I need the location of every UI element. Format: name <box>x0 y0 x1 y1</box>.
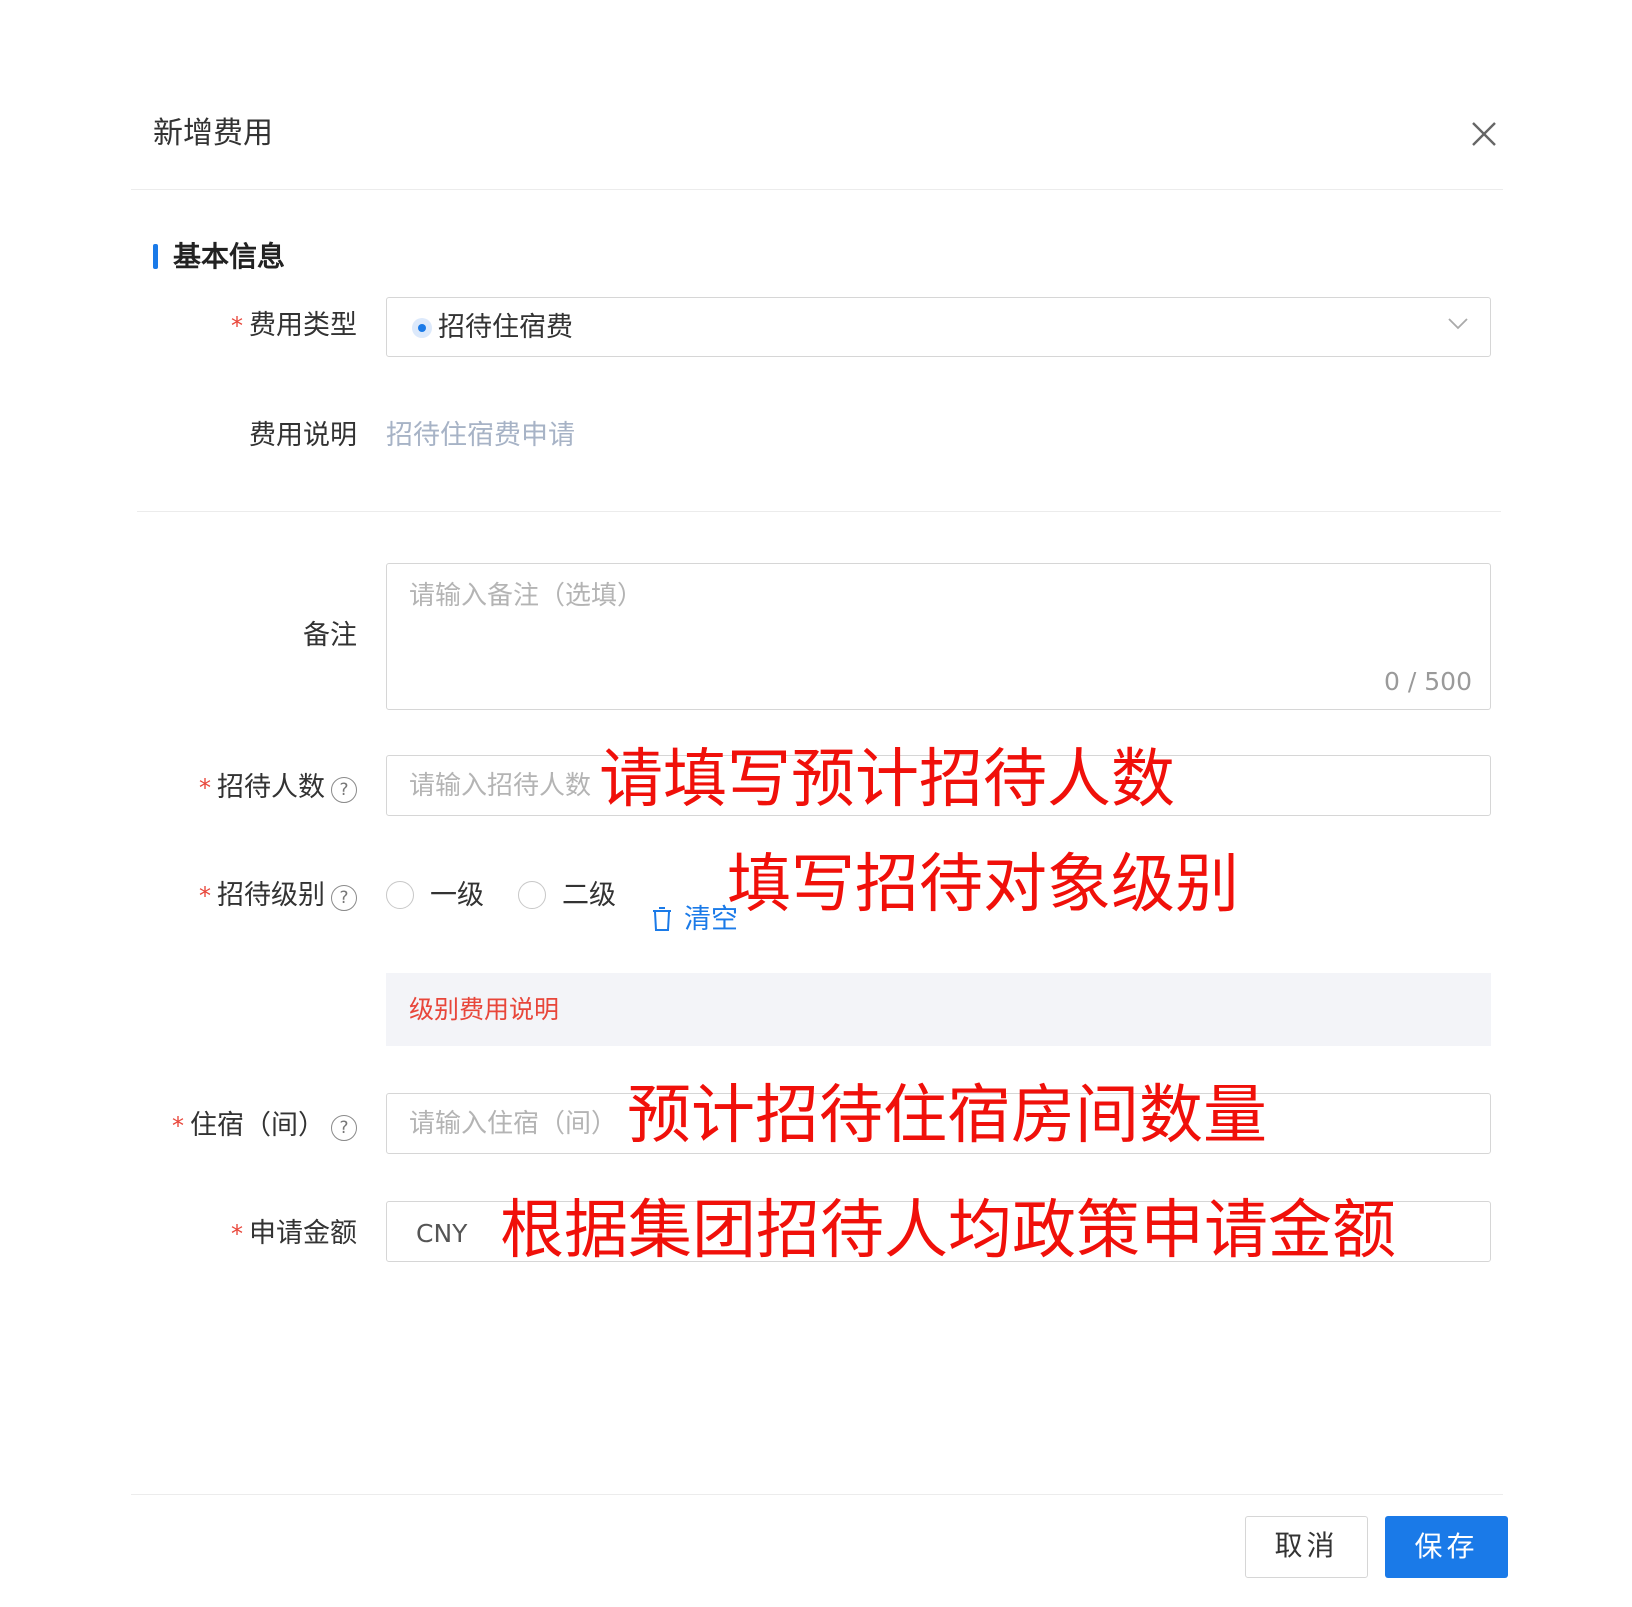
remark-char-counter: 0 / 500 <box>1384 667 1472 696</box>
cancel-button[interactable]: 取消 <box>1245 1516 1368 1578</box>
radio-level-2[interactable] <box>518 881 546 909</box>
close-icon[interactable] <box>1467 117 1501 151</box>
chevron-down-icon[interactable] <box>1447 312 1469 334</box>
help-icon[interactable]: ? <box>331 777 357 803</box>
header-divider <box>131 189 1503 190</box>
rooms-label: * 住宿（间）? <box>172 1106 357 1146</box>
expense-type-value: 招待住宿费 <box>438 312 573 343</box>
required-mark: * <box>231 1220 243 1248</box>
expense-desc-label: 费用说明 <box>249 420 357 451</box>
required-mark: * <box>199 774 211 802</box>
rooms-placeholder: 请输入住宿（间） <box>409 1109 618 1139</box>
dialog-title: 新增费用 <box>153 116 273 151</box>
guest-level-label: * 招待级别? <box>199 876 357 916</box>
amount-label: * 申请金额 <box>231 1218 357 1249</box>
required-mark: * <box>172 1112 184 1140</box>
level-fee-description[interactable]: 级别费用说明 <box>409 992 559 1028</box>
currency-prefix: CNY <box>416 1219 468 1248</box>
expense-type-label: * 费用类型 <box>231 310 357 341</box>
expense-desc-value: 招待住宿费申请 <box>386 420 575 451</box>
remark-label: 备注 <box>303 620 357 651</box>
money-bag-icon <box>412 318 432 338</box>
radio-level-2-label[interactable]: 二级 <box>562 878 616 914</box>
annotation-amount: 根据集团招待人均政策申请金额 <box>500 1194 1396 1268</box>
annotation-guest-level: 填写招待对象级别 <box>727 848 1239 922</box>
remark-placeholder: 请输入备注（选填） <box>409 581 644 611</box>
annotation-guest-count: 请填写预计招待人数 <box>599 743 1175 817</box>
guest-count-label: * 招待人数? <box>199 768 357 808</box>
section-divider <box>137 511 1501 512</box>
trash-icon[interactable] <box>651 906 673 932</box>
radio-level-1[interactable] <box>386 881 414 909</box>
required-mark: * <box>231 312 243 340</box>
section-accent-bar <box>153 244 158 269</box>
save-button[interactable]: 保存 <box>1385 1516 1508 1578</box>
guest-count-placeholder: 请输入招待人数 <box>409 771 592 801</box>
footer-divider <box>131 1494 1503 1495</box>
section-title: 基本信息 <box>173 240 286 273</box>
help-icon[interactable]: ? <box>331 1115 357 1141</box>
required-mark: * <box>199 882 211 910</box>
annotation-rooms: 预计招待住宿房间数量 <box>627 1079 1267 1153</box>
help-icon[interactable]: ? <box>331 885 357 911</box>
radio-level-1-label[interactable]: 一级 <box>430 878 484 914</box>
